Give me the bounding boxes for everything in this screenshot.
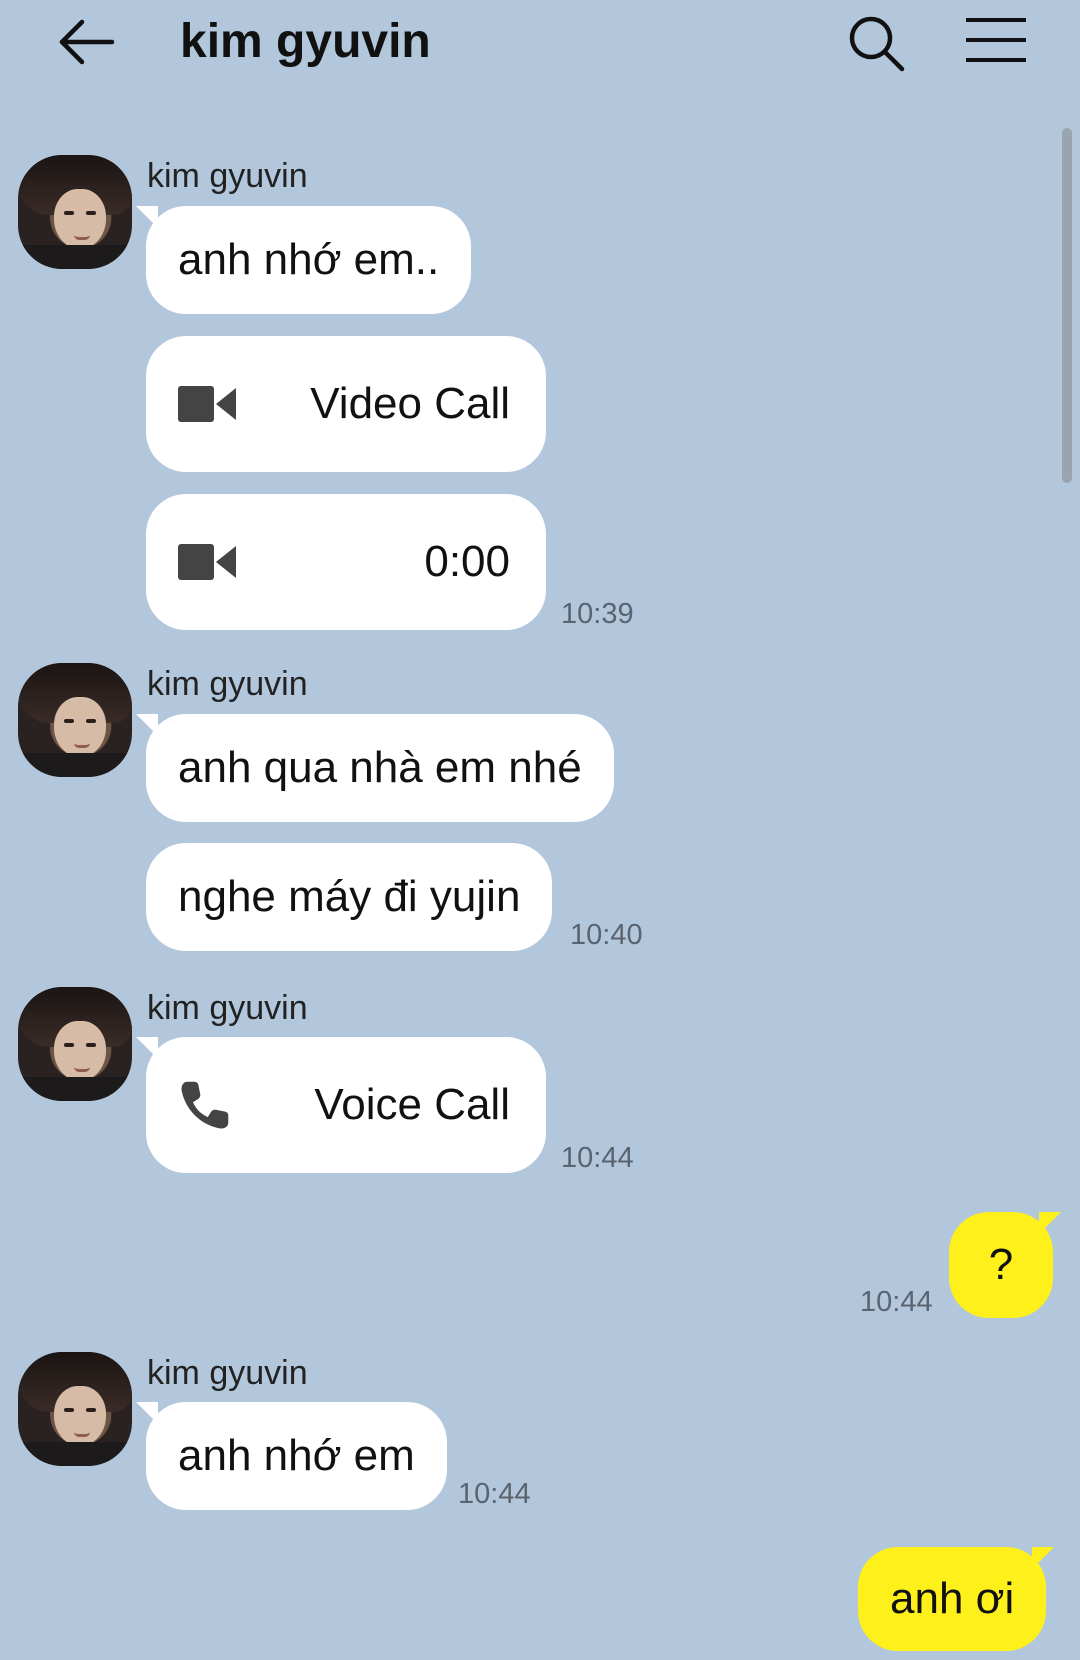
message-text: anh qua nhà em nhé	[178, 743, 582, 792]
message-time: 10:39	[561, 598, 634, 630]
sender-name: kim gyuvin	[147, 989, 308, 1027]
message-text: anh ơi	[890, 1574, 1015, 1623]
sender-avatar[interactable]	[18, 155, 132, 269]
message-text: anh nhớ em..	[178, 235, 440, 284]
chat-header: kim gyuvin	[0, 0, 1080, 90]
message-bubble[interactable]: anh nhớ em..	[135, 206, 472, 314]
call-label: Voice Call	[314, 1080, 510, 1129]
video-call-message[interactable]: 0:00	[146, 494, 546, 630]
message-time: 10:40	[570, 919, 643, 951]
message-time: 10:44	[561, 1142, 634, 1174]
search-button[interactable]	[845, 12, 907, 74]
voice-call-message[interactable]: Voice Call	[136, 1037, 546, 1173]
message-text: nghe máy đi yujin	[178, 872, 521, 921]
message-time: 10:44	[458, 1478, 531, 1510]
back-button[interactable]	[56, 16, 118, 68]
message-bubble[interactable]: anh qua nhà em nhé	[136, 714, 614, 822]
call-label: Video Call	[310, 379, 510, 428]
sender-name: kim gyuvin	[147, 157, 308, 195]
sender-name: kim gyuvin	[147, 1354, 308, 1392]
message-text: anh nhớ em	[178, 1431, 415, 1480]
video-camera-icon	[178, 544, 236, 580]
sender-avatar[interactable]	[18, 663, 132, 777]
call-duration: 0:00	[424, 537, 510, 586]
message-text: ?	[988, 1240, 1014, 1289]
video-call-message[interactable]: Video Call	[146, 336, 546, 472]
search-icon	[849, 16, 905, 72]
message-bubble[interactable]: anh nhớ em	[136, 1402, 447, 1510]
message-bubble[interactable]: nghe máy đi yujin	[146, 843, 553, 951]
my-message-bubble[interactable]: ?	[949, 1212, 1061, 1318]
sender-avatar[interactable]	[18, 987, 132, 1101]
phone-icon	[181, 1081, 229, 1129]
sender-avatar[interactable]	[18, 1352, 132, 1466]
scrollbar-thumb[interactable]	[1062, 128, 1072, 483]
video-camera-icon	[178, 386, 236, 422]
chat-title: kim gyuvin	[180, 15, 431, 68]
my-message-bubble[interactable]: anh ơi	[858, 1547, 1055, 1651]
menu-button[interactable]	[964, 14, 1028, 66]
sender-name: kim gyuvin	[147, 665, 308, 703]
message-time: 10:44	[860, 1286, 933, 1318]
hamburger-menu-icon	[966, 18, 1026, 62]
arrow-left-icon	[59, 19, 115, 65]
